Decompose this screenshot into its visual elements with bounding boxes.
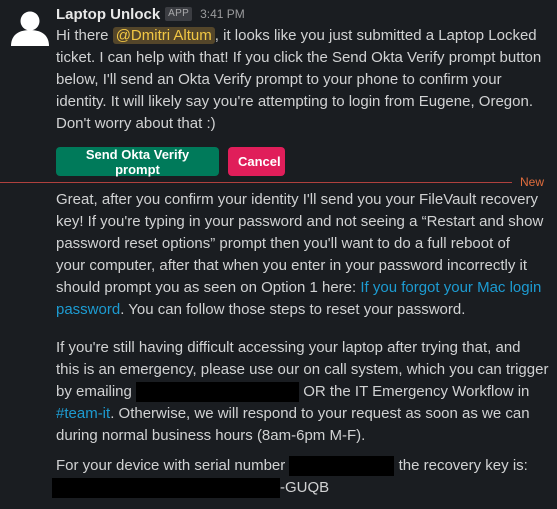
new-messages-divider: [0, 182, 512, 183]
message-header: Laptop Unlock APP 3:41 PM: [56, 4, 245, 24]
recovery-line-4: your computer, after that when you enter…: [56, 257, 528, 274]
recovery-line-6-text: . You can follow those steps to reset yo…: [120, 301, 466, 318]
emergency-line-2: this is an emergency, please use our on …: [56, 361, 549, 378]
timestamp[interactable]: 3:41 PM: [200, 7, 245, 21]
intro-line-2: ticket. I can help with that! If you cli…: [56, 49, 542, 66]
intro-line-4: identity. It will likely say you're atte…: [56, 93, 533, 110]
send-okta-verify-button[interactable]: Send Okta Verify prompt: [56, 147, 219, 177]
recovery-line-5-text: should prompt you as seen on Option 1 he…: [56, 279, 361, 296]
intro-line-3: below, I'll send an Okta Verify prompt t…: [56, 71, 502, 88]
recovery-line-2: key! If you're typing in your password a…: [56, 213, 544, 230]
emergency-line-4: #team-it. Otherwise, we will respond to …: [56, 403, 544, 425]
recovery-line-1: Great, after you confirm your identity I…: [56, 191, 538, 208]
redacted-recovery-key: [52, 478, 280, 499]
intro-line-1: Hi there @Dmitri Altum, it looks like yo…: [56, 25, 544, 47]
emergency-line-5: during normal business hours (8am-6pm M-…: [56, 427, 366, 444]
team-it-channel-link[interactable]: #team-it: [56, 405, 110, 422]
app-badge: APP: [165, 7, 193, 21]
emergency-line-3: by emailing OR the IT Emergency Workflow…: [56, 381, 544, 403]
emergency-line-4-text: . Otherwise, we will respond to your req…: [110, 405, 530, 422]
avatar[interactable]: [8, 6, 52, 50]
serial-text-before: For your device with serial number: [56, 457, 290, 474]
redacted-email: [136, 382, 300, 403]
user-mention[interactable]: @Dmitri Altum: [112, 27, 215, 44]
sender-name[interactable]: Laptop Unlock: [56, 6, 160, 23]
user-icon: [11, 11, 49, 46]
emergency-line-3-text: by emailing: [56, 383, 137, 400]
new-messages-label: New: [520, 175, 545, 189]
serial-line: For your device with serial number the r…: [56, 455, 544, 477]
recovery-line-3: password reset options” prompt then you'…: [56, 235, 510, 252]
emergency-line-3-after: OR the IT Emergency Workflow in: [299, 383, 530, 400]
recovery-line-6: password. You can follow those steps to …: [56, 299, 544, 321]
emergency-line-1: If you're still having difficult accessi…: [56, 339, 521, 356]
redacted-serial-number: [289, 456, 395, 477]
intro-line-1-text: , it looks like you just submitted a Lap…: [214, 27, 537, 44]
serial-message: For your device with serial number the r…: [56, 455, 544, 477]
mac-password-link-part-1[interactable]: If you forgot your Mac login: [360, 279, 541, 296]
serial-text-after: the recovery key is:: [394, 457, 528, 474]
recovery-line-5: should prompt you as seen on Option 1 he…: [56, 277, 544, 299]
mac-password-link-part-2[interactable]: password: [56, 301, 120, 318]
recovery-key-suffix: -GUQB: [280, 479, 330, 496]
recovery-message: Great, after you confirm your identity I…: [56, 189, 544, 321]
intro-greeting: Hi there: [56, 27, 113, 44]
action-buttons: Send Okta Verify prompt Cancel: [56, 147, 285, 177]
cancel-button[interactable]: Cancel: [228, 147, 285, 176]
emergency-message: If you're still having difficult accessi…: [56, 337, 549, 447]
intro-message: Hi there @Dmitri Altum, it looks like yo…: [56, 25, 544, 135]
intro-line-5: Don't worry about that :): [56, 115, 216, 132]
recovery-key-line: -GUQB: [52, 477, 329, 499]
